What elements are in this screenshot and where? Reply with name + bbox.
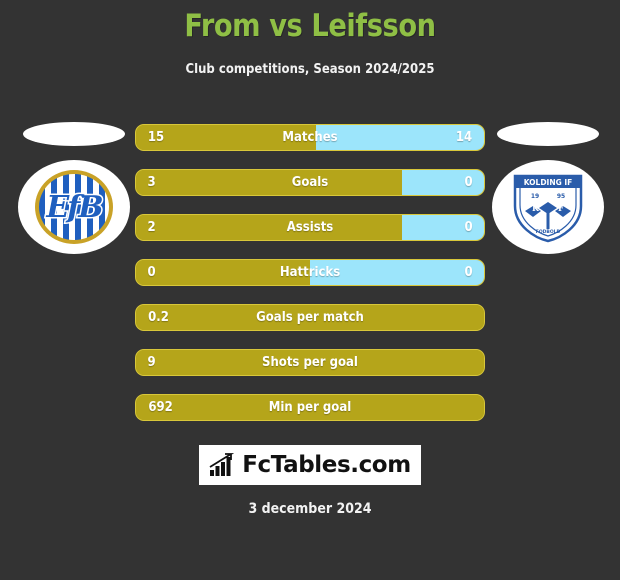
efb-monogram: EfB xyxy=(45,188,105,226)
away-team-crest: KOLDING IF 19 95 K F FODBOLD xyxy=(492,122,604,254)
stat-label: Goals xyxy=(291,175,329,190)
home-crest-main-ellipse: EfB xyxy=(18,160,130,254)
stat-label: Min per goal xyxy=(268,400,352,415)
stat-bar: 3 0 Goals xyxy=(135,169,485,196)
fctables-logo-text: FcTables.com xyxy=(242,452,411,478)
stat-bar: 692 Min per goal xyxy=(135,394,485,421)
kolding-mono-right: F xyxy=(558,203,564,213)
kolding-shield-svg: KOLDING IF 19 95 K F FODBOLD xyxy=(513,174,583,243)
stat-label: Assists xyxy=(286,220,334,235)
stat-label: Hattricks xyxy=(279,265,341,280)
fctables-logo[interactable]: FcTables.com xyxy=(199,445,421,485)
kolding-year-right: 95 xyxy=(557,193,565,200)
page-subtitle: Club competitions, Season 2024/2025 xyxy=(185,62,435,77)
kolding-mono-left: K xyxy=(532,203,540,213)
stat-bar: 0.2 Goals per match xyxy=(135,304,485,331)
stats-bar-list: 15 14 Matches 3 0 Goals 2 0 Assists 0 0 Hattricks 0.… xyxy=(135,124,485,439)
kolding-bottom-label: FODBOLD xyxy=(536,229,561,235)
stat-bar: 9 Shots per goal xyxy=(135,349,485,376)
bar-chart-icon xyxy=(209,453,235,476)
date-label: 3 december 2024 xyxy=(248,501,372,517)
stat-bar: 15 14 Matches xyxy=(135,124,485,151)
stat-label: Matches xyxy=(282,130,338,145)
kolding-year-left: 19 xyxy=(531,193,539,200)
stat-bar: 2 0 Assists xyxy=(135,214,485,241)
away-crest-top-ellipse xyxy=(497,122,599,146)
stat-bar: 0 0 Hattricks xyxy=(135,259,485,286)
efb-crest-icon: EfB xyxy=(35,170,113,244)
kolding-crest-icon: KOLDING IF 19 95 K F FODBOLD xyxy=(509,170,587,244)
home-crest-top-ellipse xyxy=(23,122,125,146)
page-title: From vs Leifsson xyxy=(184,8,436,44)
kolding-top-label: KOLDING IF xyxy=(524,178,573,187)
comparison-infographic: From vs Leifsson Club competitions, Seas… xyxy=(0,0,620,580)
away-crest-main-ellipse: KOLDING IF 19 95 K F FODBOLD xyxy=(492,160,604,254)
home-team-crest: EfB xyxy=(18,122,130,254)
stat-label: Goals per match xyxy=(256,310,364,325)
stat-label: Shots per goal xyxy=(262,355,358,370)
